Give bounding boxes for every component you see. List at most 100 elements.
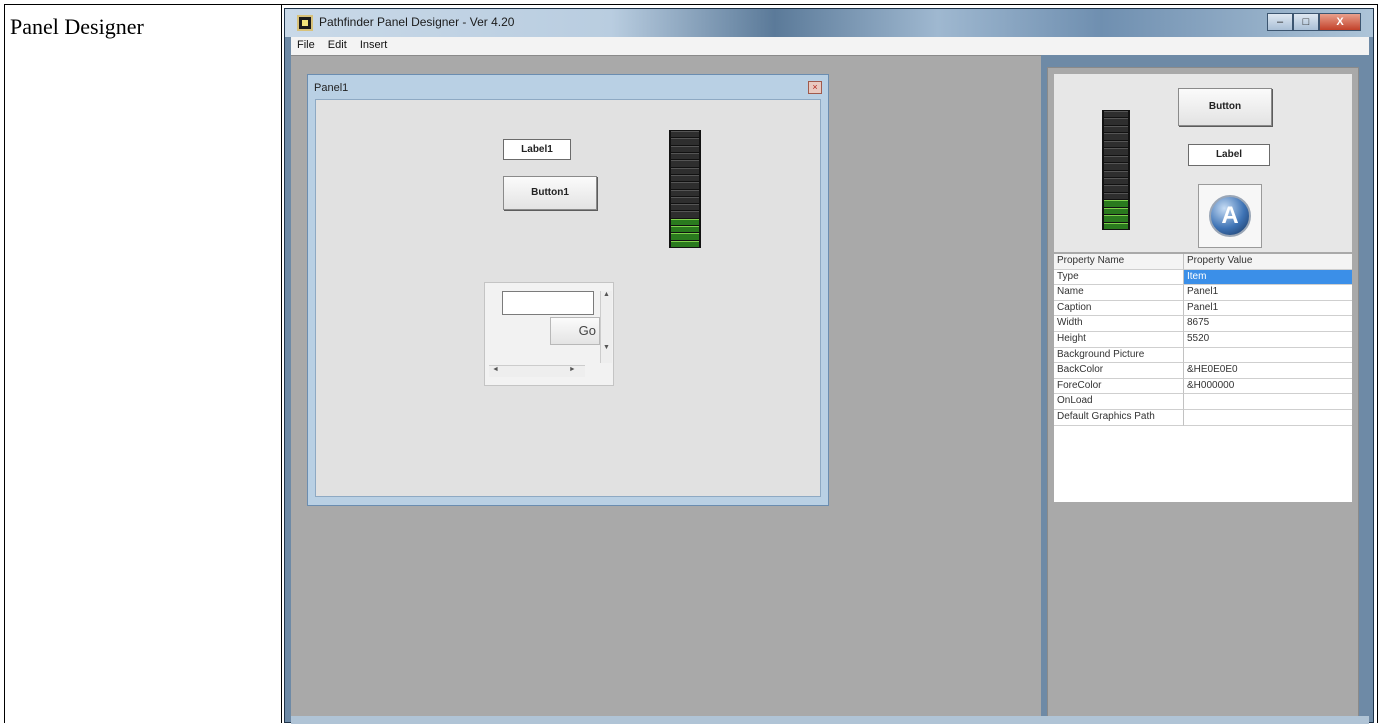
meter-segment — [671, 167, 699, 174]
property-name: Height — [1054, 331, 1184, 348]
table-divider — [281, 4, 282, 723]
meter-segment — [1104, 155, 1128, 163]
menu-file[interactable]: File — [293, 37, 319, 53]
meter-segment — [1104, 207, 1128, 215]
property-name: Background Picture — [1054, 347, 1184, 364]
embedded-panel-widget[interactable]: Go ▲ ▼ ◄ ► — [484, 282, 614, 386]
property-name: Default Graphics Path — [1054, 409, 1184, 426]
go-button[interactable]: Go — [550, 317, 600, 345]
meter-segment — [1104, 133, 1128, 140]
design-workspace[interactable]: Panel1 × Label1 Button1 Go ▲ ▼ ◄ ► — [291, 55, 1041, 720]
meter-segment — [1104, 140, 1128, 148]
scroll-left-icon[interactable]: ◄ — [492, 366, 499, 373]
menu-edit[interactable]: Edit — [324, 37, 351, 53]
meter-segment — [1104, 185, 1128, 192]
property-value[interactable]: Item — [1184, 269, 1352, 286]
title-bar[interactable]: Pathfinder Panel Designer - Ver 4.20 – □… — [285, 9, 1373, 37]
close-button[interactable]: X — [1319, 13, 1361, 31]
meter-segment — [1104, 118, 1128, 125]
property-name: Caption — [1054, 300, 1184, 317]
meter-segment — [671, 233, 699, 240]
window-title: Pathfinder Panel Designer - Ver 4.20 — [319, 15, 515, 29]
property-header: Property Name Property Value — [1054, 254, 1352, 270]
meter-segment — [671, 145, 699, 152]
toolbox-label-tool[interactable]: Label — [1188, 144, 1270, 166]
meter-segment — [671, 174, 699, 182]
property-name: OnLoad — [1054, 394, 1184, 410]
scroll-down-icon[interactable]: ▼ — [601, 344, 612, 351]
panel-button-widget[interactable]: Button1 — [503, 176, 597, 210]
property-value[interactable]: Panel1 — [1184, 285, 1352, 301]
property-value[interactable]: Panel1 — [1184, 301, 1352, 317]
scroll-right-icon[interactable]: ► — [569, 366, 576, 373]
minimize-button[interactable]: – — [1267, 13, 1293, 31]
meter-segment — [1104, 148, 1128, 155]
horizontal-scrollbar[interactable]: ◄ ► — [489, 365, 585, 377]
toolbox-image-tool[interactable]: A — [1198, 184, 1262, 248]
scroll-up-icon[interactable]: ▲ — [601, 291, 612, 298]
logo-icon: A — [1209, 195, 1251, 237]
meter-segment — [671, 138, 699, 145]
panel-canvas[interactable]: Label1 Button1 Go ▲ ▼ ◄ ► — [315, 99, 821, 497]
meter-segment — [671, 211, 699, 218]
property-name: BackColor — [1054, 363, 1184, 379]
meter-segment — [1104, 125, 1128, 133]
property-value[interactable] — [1184, 348, 1352, 364]
meter-segment — [1104, 215, 1128, 222]
property-value[interactable] — [1184, 410, 1352, 426]
meter-segment — [671, 204, 699, 211]
meter-segment — [671, 160, 699, 167]
meter-segment — [1104, 111, 1128, 118]
toolbox: Button Label A — [1054, 74, 1352, 252]
property-name: ForeColor — [1054, 378, 1184, 395]
vertical-scrollbar[interactable]: ▲ ▼ — [600, 291, 612, 363]
property-name: Name — [1054, 285, 1184, 301]
property-row[interactable]: Type Item — [1054, 269, 1352, 286]
property-name: Type — [1054, 269, 1184, 286]
property-value[interactable]: &HE0E0E0 — [1184, 363, 1352, 379]
property-row[interactable]: Caption Panel1 — [1054, 300, 1352, 317]
menu-bar: File Edit Insert — [291, 37, 1369, 55]
property-row[interactable]: BackColor &HE0E0E0 — [1054, 363, 1352, 379]
property-row[interactable]: ForeColor &H000000 — [1054, 378, 1352, 395]
property-value[interactable]: 8675 — [1184, 316, 1352, 332]
property-row[interactable]: Height 5520 — [1054, 331, 1352, 348]
meter-segment — [671, 226, 699, 233]
meter-segment — [671, 152, 699, 160]
right-panel: Button Label A Property Name Property Va… — [1047, 67, 1359, 719]
panel-label-widget[interactable]: Label1 — [503, 139, 571, 160]
panel-title: Panel1 — [314, 82, 349, 94]
maximize-button[interactable]: □ — [1293, 13, 1319, 31]
panel1-window[interactable]: Panel1 × Label1 Button1 Go ▲ ▼ ◄ ► — [307, 74, 829, 506]
mini-text-input[interactable] — [502, 291, 594, 315]
toolbox-button-tool[interactable]: Button — [1178, 88, 1272, 126]
panel-close-button[interactable]: × — [808, 81, 822, 94]
meter-segment — [671, 218, 699, 226]
app-window: Pathfinder Panel Designer - Ver 4.20 – □… — [284, 8, 1374, 724]
meter-segment — [671, 240, 699, 247]
property-value[interactable]: 5520 — [1184, 332, 1352, 348]
meter-segment — [671, 131, 699, 138]
meter-segment — [1104, 170, 1128, 177]
menu-insert[interactable]: Insert — [356, 37, 392, 53]
meter-segment — [1104, 163, 1128, 170]
property-value[interactable]: &H000000 — [1184, 379, 1352, 395]
panel-level-meter[interactable] — [669, 130, 701, 248]
meter-segment — [1104, 177, 1128, 185]
property-row[interactable]: Name Panel1 — [1054, 285, 1352, 301]
property-row[interactable]: Default Graphics Path — [1054, 409, 1352, 426]
property-row[interactable]: Width 8675 — [1054, 316, 1352, 332]
property-grid: Property Name Property Value Type Item Nam… — [1054, 254, 1352, 502]
property-value[interactable] — [1184, 394, 1352, 410]
toolbox-meter-tool[interactable] — [1102, 110, 1130, 230]
property-name: Width — [1054, 316, 1184, 332]
meter-segment — [671, 182, 699, 189]
meter-segment — [1104, 200, 1128, 207]
property-value-header: Property Value — [1184, 254, 1352, 270]
property-row[interactable]: OnLoad — [1054, 394, 1352, 410]
app-icon — [297, 15, 313, 31]
property-row[interactable]: Background Picture — [1054, 347, 1352, 364]
meter-segment — [1104, 222, 1128, 229]
row-label: Panel Designer — [10, 14, 144, 39]
meter-segment — [671, 189, 699, 196]
